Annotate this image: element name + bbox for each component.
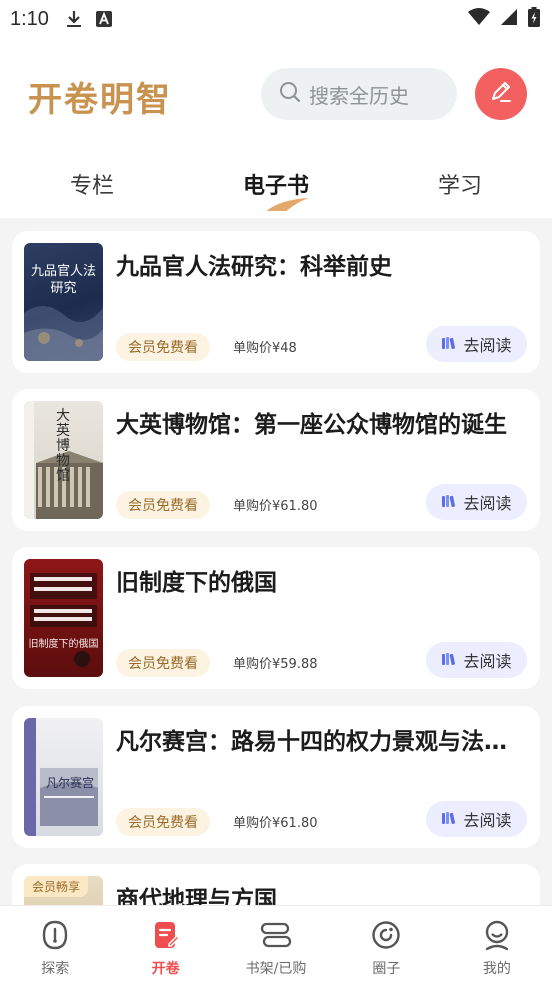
- cover-title: 九品官人法研究: [30, 264, 96, 296]
- vip-enjoy-badge: 会员畅享: [24, 876, 89, 897]
- book-cover[interactable]: 大英博物馆: [24, 401, 103, 519]
- nav-label: 探索: [41, 961, 70, 977]
- compass-icon: [38, 918, 72, 952]
- battery-icon: [528, 7, 540, 31]
- search-icon: [279, 81, 301, 107]
- book-cover[interactable]: 会员畅享: [24, 876, 103, 905]
- nav-label: 开卷: [151, 961, 180, 977]
- read-button[interactable]: 去阅读: [426, 642, 527, 678]
- book-card[interactable]: 凡尔赛宫 凡尔赛宫：路易十四的权力景观与法国的 会员免费看 单购价¥61.80 …: [12, 706, 540, 848]
- pen-icon: [488, 79, 514, 109]
- book-title: 大英博物馆：第一座公众博物馆的诞生: [116, 412, 507, 438]
- tab-columns[interactable]: 专栏: [0, 150, 184, 218]
- read-button-label: 去阅读: [463, 811, 512, 830]
- notebook-pen-icon: [149, 918, 183, 952]
- read-button[interactable]: 去阅读: [426, 326, 527, 362]
- vip-free-badge: 会员免费看: [116, 333, 210, 361]
- vip-free-badge: 会员免费看: [116, 491, 210, 519]
- book-title: 九品官人法研究：科举前史: [116, 254, 392, 280]
- bookshelf-icon: [259, 918, 293, 952]
- book-card[interactable]: 会员畅享 商代地理与方国: [12, 864, 540, 905]
- book-price: 单购价¥59.88: [233, 657, 318, 672]
- nav-circle[interactable]: 圈子: [331, 906, 441, 983]
- nav-label: 我的: [482, 961, 511, 977]
- search-input[interactable]: 搜索全历史: [261, 68, 457, 120]
- cover-title: 凡尔赛宫: [45, 776, 94, 790]
- book-title: 商代地理与方国: [116, 887, 277, 905]
- read-button[interactable]: 去阅读: [426, 801, 527, 837]
- read-button[interactable]: 去阅读: [426, 484, 527, 520]
- book-cover[interactable]: 旧制度下的俄国: [24, 559, 103, 677]
- read-button-label: 去阅读: [463, 652, 512, 671]
- status-time: 1:10: [10, 7, 49, 30]
- search-placeholder: 搜索全历史: [309, 83, 409, 108]
- cover-art-icon: [24, 305, 103, 361]
- vip-free-badge: 会员免费看: [116, 808, 210, 836]
- read-button-label: 去阅读: [463, 494, 512, 513]
- tab-label: 学习: [437, 174, 482, 199]
- book-card[interactable]: 九品官人法研究 九品官人法研究：科举前史 会员免费看 单购价¥48 去阅读: [12, 231, 540, 373]
- book-price: 单购价¥61.80: [233, 499, 318, 514]
- nav-explore[interactable]: 探索: [0, 906, 110, 983]
- bottom-nav: 探索 开卷 书架/已购 圈子 我的: [0, 905, 552, 983]
- nav-read[interactable]: 开卷: [110, 906, 220, 983]
- book-icon: [441, 335, 457, 354]
- book-title: 凡尔赛宫：路易十四的权力景观与法国的: [116, 729, 526, 755]
- book-title: 旧制度下的俄国: [116, 570, 277, 596]
- read-button-label: 去阅读: [463, 336, 512, 355]
- nav-bookshelf[interactable]: 书架/已购: [221, 906, 331, 983]
- status-indicators: [468, 7, 540, 31]
- ebook-list[interactable]: 九品官人法研究 九品官人法研究：科举前史 会员免费看 单购价¥48 去阅读 大英…: [0, 218, 552, 905]
- category-tabs: 专栏 电子书 学习: [0, 150, 552, 218]
- font-app-icon: [95, 10, 113, 28]
- book-icon: [441, 493, 457, 512]
- tab-study[interactable]: 学习: [368, 150, 552, 218]
- tab-label: 电子书: [242, 174, 309, 199]
- user-icon: [480, 918, 514, 952]
- book-icon: [441, 810, 457, 829]
- nav-profile[interactable]: 我的: [442, 906, 552, 983]
- book-price: 单购价¥48: [233, 341, 297, 356]
- app-header: 开卷明智 搜索全历史: [0, 38, 552, 150]
- tab-ebooks[interactable]: 电子书: [184, 150, 368, 218]
- book-card[interactable]: 旧制度下的俄国 旧制度下的俄国 会员免费看 单购价¥59.88 去阅读: [12, 547, 540, 689]
- book-icon: [441, 651, 457, 670]
- book-price: 单购价¥61.80: [233, 816, 318, 831]
- book-cover[interactable]: 九品官人法研究: [24, 243, 103, 361]
- book-card[interactable]: 大英博物馆 大英博物馆：第一座公众博物馆的诞生 会员免费看 单购价¥61.80 …: [12, 389, 540, 531]
- signal-icon: [500, 8, 518, 30]
- cover-title: 旧制度下的俄国: [28, 639, 99, 650]
- cover-title: 大英博物馆: [56, 408, 70, 484]
- tab-label: 专栏: [69, 174, 114, 199]
- download-icon: [65, 10, 83, 28]
- wifi-icon: [468, 8, 490, 30]
- book-cover[interactable]: 凡尔赛宫: [24, 718, 103, 836]
- nav-label: 书架/已购: [245, 961, 307, 977]
- app-logo: 开卷明智: [28, 80, 172, 120]
- write-button[interactable]: [475, 68, 527, 120]
- nav-label: 圈子: [372, 961, 401, 977]
- status-bar: 1:10: [0, 0, 552, 38]
- circle-icon: [369, 918, 403, 952]
- vip-free-badge: 会员免费看: [116, 649, 210, 677]
- cover-art-icon: [30, 573, 97, 667]
